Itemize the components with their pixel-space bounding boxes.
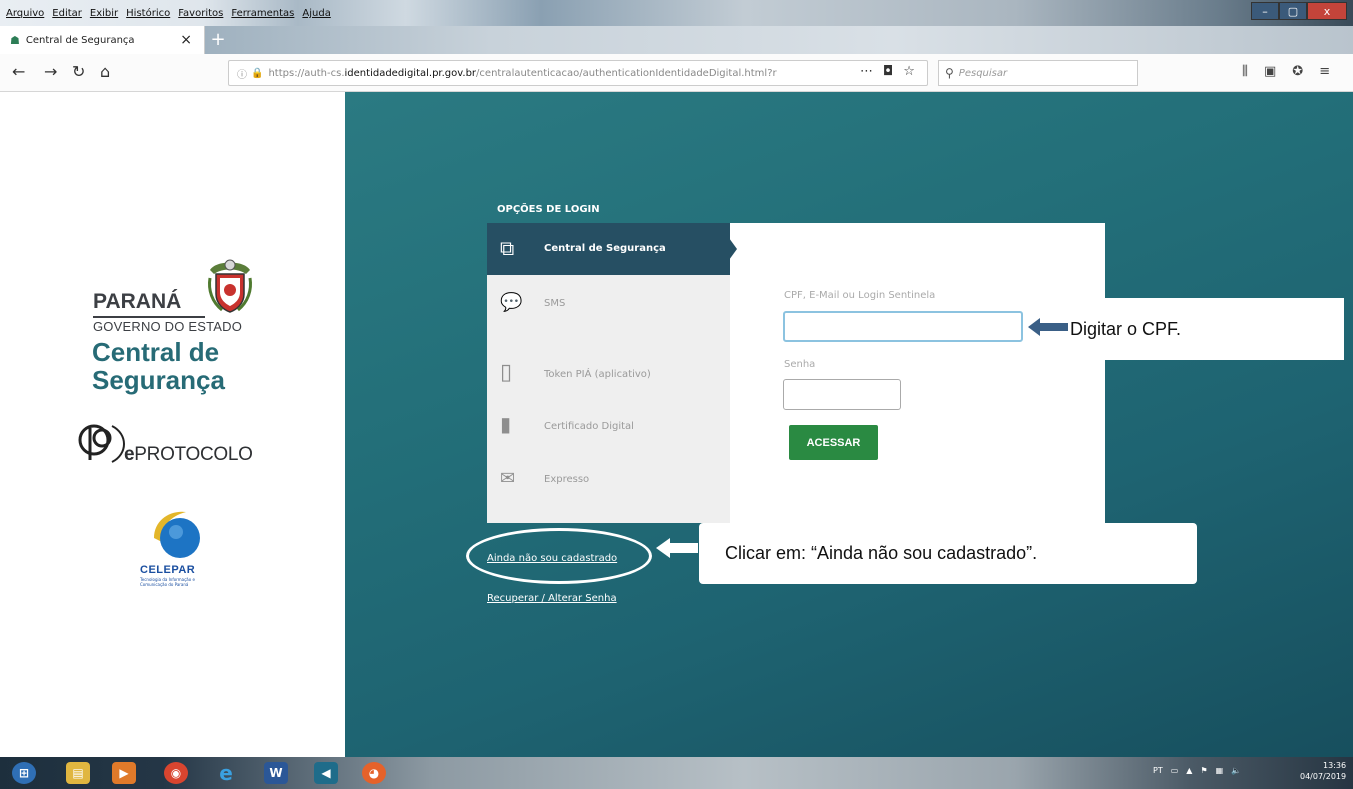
menu-ferramentas[interactable]: Ferramentas bbox=[231, 8, 294, 19]
new-tab-button[interactable]: + bbox=[206, 28, 230, 50]
central-line-1: Central de bbox=[92, 337, 220, 367]
login-option-expresso[interactable]: Expresso bbox=[544, 474, 589, 485]
page-info-icon[interactable]: ⓘ bbox=[237, 66, 247, 81]
sidebar-icon[interactable]: ▣ bbox=[1264, 64, 1276, 79]
window-controls: – ▢ x bbox=[1251, 2, 1347, 20]
clock-time: 13:36 bbox=[1323, 761, 1347, 770]
security-search-icon: ⧉ bbox=[500, 236, 515, 260]
taskbar-clock[interactable]: 13:36 04/07/2019 bbox=[1300, 760, 1346, 782]
media-player-icon[interactable]: ▶ bbox=[112, 762, 136, 784]
url-prefix: https://auth-cs. bbox=[268, 67, 345, 79]
register-annotation: Clicar em: “Ainda não sou cadastrado”. bbox=[699, 523, 1197, 584]
page-actions-icon[interactable]: ⋯ bbox=[860, 64, 873, 79]
cpf-label: CPF, E-Mail ou Login Sentinela bbox=[784, 290, 936, 301]
back-icon[interactable]: ← bbox=[12, 62, 25, 81]
cpf-annotation: Digitar o CPF. bbox=[1024, 298, 1344, 360]
search-placeholder: Pesquisar bbox=[958, 67, 1008, 79]
eprotocolo-wordmark: ePROTOCOLO bbox=[124, 444, 253, 466]
login-option-sms[interactable]: SMS bbox=[544, 298, 565, 309]
parana-underline bbox=[93, 316, 205, 318]
url-host: identidadedigital.pr.gov.br bbox=[344, 67, 477, 79]
menu-historico[interactable]: Histórico bbox=[126, 8, 170, 19]
celepar-logo-icon bbox=[154, 511, 200, 558]
recover-password-link[interactable]: Recuperar / Alterar Senha bbox=[487, 593, 617, 604]
home-icon[interactable]: ⌂ bbox=[100, 62, 110, 81]
system-tray: PT ▭ ▲ ⚑ ▦ 🔈 bbox=[1153, 766, 1241, 775]
cpf-input[interactable] bbox=[783, 311, 1023, 342]
login-option-token[interactable]: Token PIÁ (aplicativo) bbox=[544, 369, 651, 380]
address-bar[interactable]: ⓘ 🔒 https://auth-cs. identidadedigital.pr… bbox=[228, 60, 928, 86]
arrow-left-icon bbox=[656, 538, 698, 558]
network-icon[interactable]: ▦ bbox=[1216, 766, 1224, 775]
extension-icon[interactable]: ✪ bbox=[1292, 64, 1303, 79]
password-input[interactable] bbox=[783, 379, 901, 410]
volume-icon[interactable]: 🔈 bbox=[1231, 766, 1241, 775]
forward-icon[interactable]: → bbox=[44, 62, 57, 81]
flag-icon[interactable]: ⚑ bbox=[1200, 766, 1207, 775]
active-option-pointer bbox=[729, 238, 737, 260]
internet-explorer-icon[interactable]: e bbox=[214, 761, 238, 785]
hamburger-menu-icon[interactable]: ≡ bbox=[1319, 64, 1330, 79]
lock-icon: 🔒 bbox=[251, 67, 264, 79]
password-label: Senha bbox=[784, 359, 816, 370]
menu-ajuda[interactable]: Ajuda bbox=[302, 8, 330, 19]
show-hidden-icons-icon[interactable]: ▲ bbox=[1186, 766, 1192, 775]
windows-taskbar bbox=[0, 757, 1353, 789]
bookmark-star-icon[interactable]: ☆ bbox=[903, 64, 915, 79]
menu-editar[interactable]: Editar bbox=[52, 8, 82, 19]
celepar-tagline: Tecnologia da Informação e Comunicação d… bbox=[140, 577, 195, 587]
menu-favoritos[interactable]: Favoritos bbox=[178, 8, 223, 19]
search-input[interactable]: ⚲ Pesquisar bbox=[938, 60, 1138, 86]
usb-token-icon: ▮ bbox=[500, 412, 512, 436]
eprotocolo-e: e bbox=[124, 444, 135, 465]
keyboard-icon[interactable]: ▭ bbox=[1171, 766, 1179, 775]
phone-icon: ▯ bbox=[500, 360, 513, 385]
word-icon[interactable]: W bbox=[264, 762, 288, 784]
tab-strip bbox=[205, 26, 1353, 54]
envelope-icon: ✉ bbox=[500, 468, 516, 489]
acessar-button[interactable]: ACESSAR bbox=[789, 425, 878, 460]
pocket-icon[interactable]: ◘ bbox=[883, 64, 893, 79]
firefox-icon[interactable]: ◕ bbox=[362, 762, 386, 784]
site-favicon-icon: ☗ bbox=[10, 33, 20, 47]
browser-menubar: Arquivo Editar Exibir Histórico Favorito… bbox=[6, 8, 331, 19]
language-indicator[interactable]: PT bbox=[1153, 766, 1163, 775]
url-actions: ⋯ ◘ ☆ bbox=[860, 64, 915, 79]
chrome-icon[interactable]: ◉ bbox=[164, 762, 188, 784]
url-path: /centralautenticacao/authenticationIdent… bbox=[476, 67, 777, 79]
central-line-2: Segurança bbox=[92, 365, 225, 395]
menu-arquivo[interactable]: Arquivo bbox=[6, 8, 44, 19]
maximize-button[interactable]: ▢ bbox=[1279, 2, 1307, 20]
file-explorer-icon[interactable]: ▤ bbox=[66, 762, 90, 784]
start-button-icon[interactable]: ⊞ bbox=[12, 762, 36, 784]
eprotocolo-rest: PROTOCOLO bbox=[134, 444, 253, 465]
library-icon[interactable]: ⫼ bbox=[1242, 64, 1248, 79]
celepar-wordmark: CELEPAR bbox=[140, 564, 196, 576]
close-tab-icon[interactable]: × bbox=[180, 32, 192, 48]
governo-label: GOVERNO DO ESTADO bbox=[93, 319, 243, 334]
menu-exibir[interactable]: Exibir bbox=[90, 8, 118, 19]
arrow-left-icon bbox=[1028, 318, 1068, 336]
login-options-title: OPÇÕES DE LOGIN bbox=[497, 204, 600, 215]
sms-icon: 💬 bbox=[500, 292, 523, 313]
tab-title: Central de Segurança bbox=[25, 34, 135, 46]
browser-tool-icons: ⫼ ▣ ✪ ≡ bbox=[1242, 64, 1330, 79]
parana-wordmark: PARANÁ bbox=[93, 290, 182, 313]
network-app-icon[interactable]: ◀ bbox=[314, 762, 338, 784]
reload-icon[interactable]: ↻ bbox=[72, 62, 85, 81]
branding-panel bbox=[0, 92, 345, 757]
register-link[interactable]: Ainda não sou cadastrado bbox=[487, 553, 617, 564]
close-window-button[interactable]: x bbox=[1307, 2, 1347, 20]
browser-tab-active[interactable]: ☗ Central de Segurança × bbox=[0, 26, 205, 54]
login-option-certificado[interactable]: Certificado Digital bbox=[544, 421, 634, 432]
parana-crest-icon bbox=[208, 259, 252, 313]
search-icon: ⚲ bbox=[945, 66, 954, 80]
minimize-button[interactable]: – bbox=[1251, 2, 1279, 20]
clock-date: 04/07/2019 bbox=[1300, 772, 1347, 781]
login-option-label: Central de Segurança bbox=[544, 243, 666, 254]
central-seguranca-wordmark: Central de Segurança bbox=[92, 338, 225, 394]
